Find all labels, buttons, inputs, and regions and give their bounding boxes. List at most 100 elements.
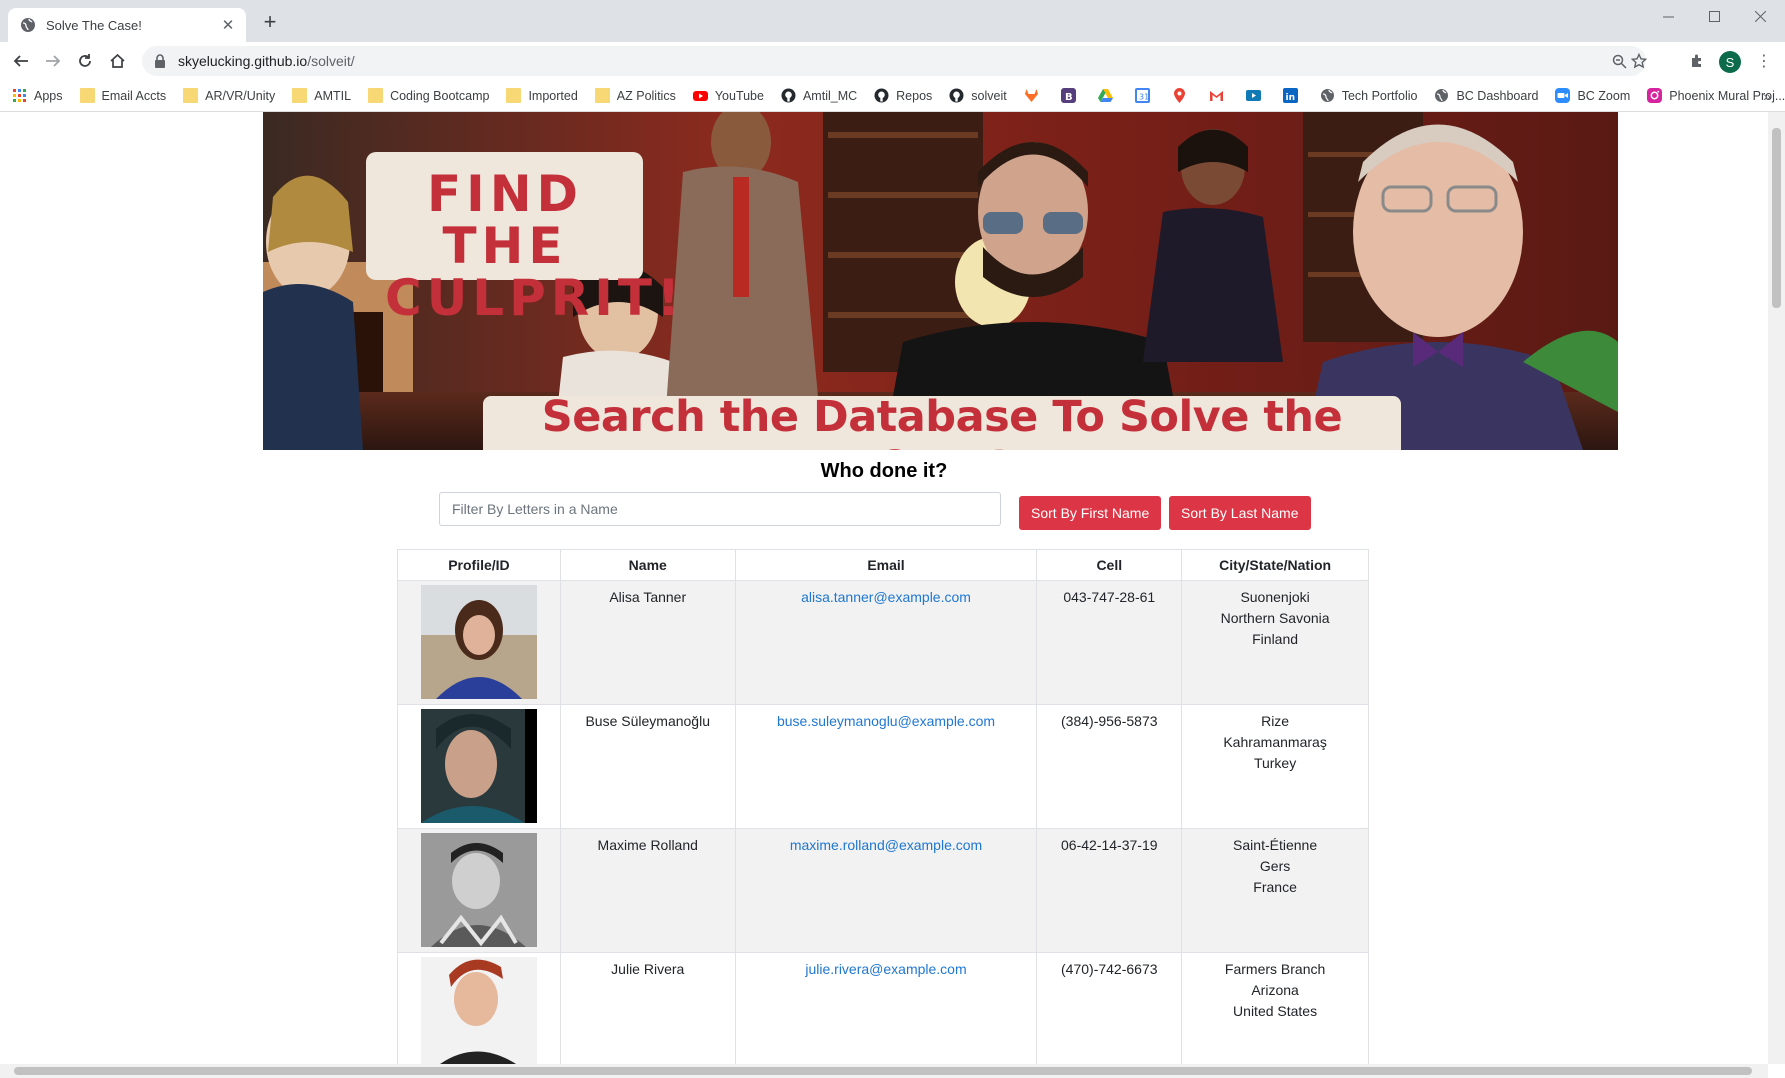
page-heading: Who done it? <box>820 460 948 482</box>
horizontal-scrollbar-thumb[interactable] <box>14 1067 1752 1075</box>
table-row: Julie Rivera julie.rivera@example.com (4… <box>397 952 1369 1064</box>
new-tab-button[interactable]: + <box>258 11 282 35</box>
bookmark-bc-dashboard[interactable]: BC Dashboard <box>1434 88 1538 103</box>
bookmark-star-button[interactable] <box>1628 50 1650 72</box>
profile-cell <box>397 952 561 1064</box>
cell-phone-cell: 043-747-28-61 <box>1036 580 1183 705</box>
profile-avatar[interactable]: S <box>1719 51 1741 73</box>
bookmark-folder-az-politics[interactable]: AZ Politics <box>594 88 676 103</box>
vertical-scrollbar[interactable] <box>1768 112 1785 1064</box>
profile-photo <box>420 585 537 699</box>
bookmark-folder-imported[interactable]: Imported <box>506 88 578 103</box>
email-cell: maxime.rolland@example.com <box>734 828 1038 953</box>
bookmark-apps[interactable]: Apps <box>12 88 63 103</box>
bookmark-solveit[interactable]: solveit <box>949 88 1007 103</box>
linkedin-icon: in <box>1282 88 1298 103</box>
bookmark-tech-portfolio[interactable]: Tech Portfolio <box>1320 88 1417 103</box>
extensions-button[interactable] <box>1684 48 1710 74</box>
bookmark-folder-email-accts[interactable]: Email Accts <box>79 88 167 103</box>
email-link[interactable]: alisa.tanner@example.com <box>801 589 971 605</box>
vertical-scrollbar-thumb[interactable] <box>1772 128 1781 308</box>
tab-close-icon[interactable]: ✕ <box>220 16 236 34</box>
bookmark-google-drive[interactable] <box>1097 88 1120 103</box>
suspects-table: Profile/ID Name Email Cell City/State/Na… <box>397 549 1369 1064</box>
bookmark-folder-ar-vr-unity[interactable]: AR/VR/Unity <box>183 88 275 103</box>
name-filter-input[interactable] <box>439 492 1001 526</box>
github-icon <box>781 88 796 103</box>
minimize-button[interactable] <box>1645 0 1691 32</box>
address-bar[interactable]: skyelucking.github.io/solveit/ <box>142 46 1647 76</box>
bookmarks-overflow-icon[interactable]: » <box>1763 88 1771 104</box>
bookmark-label: Imported <box>528 88 578 103</box>
location-nation: Turkey <box>1253 755 1297 771</box>
bookmark-label: Email Accts <box>101 88 167 103</box>
location-nation: Finland <box>1252 631 1299 647</box>
location-cell: Suonenjoki Northern Savonia Finland <box>1181 580 1369 705</box>
bookmark-google-calendar[interactable]: 31 <box>1134 88 1157 103</box>
folder-icon <box>79 88 95 103</box>
home-icon <box>109 53 125 68</box>
bookmark-google-maps[interactable] <box>1172 88 1194 103</box>
close-icon <box>1754 10 1766 22</box>
bookmark-label: BC Zoom <box>1577 88 1631 103</box>
bookmark-repos[interactable]: Repos <box>874 88 932 103</box>
sort-first-name-button[interactable]: Sort By First Name <box>1019 496 1162 530</box>
email-cell: buse.suleymanoglu@example.com <box>734 704 1038 829</box>
back-button[interactable] <box>8 48 34 74</box>
reload-icon <box>79 54 91 67</box>
svg-text:B: B <box>1065 92 1073 103</box>
close-window-button[interactable] <box>1737 0 1783 32</box>
location-city: Rize <box>1261 713 1290 729</box>
reload-button[interactable] <box>72 48 98 74</box>
forward-button[interactable] <box>40 48 66 74</box>
email-link[interactable]: maxime.rolland@example.com <box>790 837 982 853</box>
location-city: Saint-Étienne <box>1233 837 1318 853</box>
minimize-icon <box>1662 16 1674 17</box>
instagram-icon <box>1647 88 1663 103</box>
video-icon <box>1245 90 1261 101</box>
home-button[interactable] <box>104 48 130 74</box>
cell-phone-cell: (384)-956-5873 <box>1036 704 1183 829</box>
gmail-icon <box>1209 91 1223 101</box>
maximize-button[interactable] <box>1691 0 1737 32</box>
name-cell: Julie Rivera <box>559 952 736 1064</box>
horizontal-scrollbar[interactable] <box>0 1064 1768 1078</box>
profile-cell <box>397 580 561 705</box>
email-link[interactable]: buse.suleymanoglu@example.com <box>777 713 995 729</box>
folder-icon <box>292 88 308 103</box>
github-icon <box>874 88 889 103</box>
apps-grid-icon <box>13 89 26 102</box>
name-cell: Maxime Rolland <box>559 828 736 953</box>
globe-icon <box>21 18 35 32</box>
youtube-icon <box>692 91 708 101</box>
browser-tab[interactable]: Solve The Case! ✕ <box>8 8 246 42</box>
bookmark-folder-coding-bootcamp[interactable]: Coding Bootcamp <box>368 88 489 103</box>
tab-title: Solve The Case! <box>46 17 142 33</box>
bookmark-bc-zoom[interactable]: BC Zoom <box>1555 88 1630 103</box>
bookmark-linkedin[interactable]: in <box>1282 88 1305 103</box>
location-state: Gers <box>1259 858 1291 874</box>
star-icon <box>1631 53 1647 69</box>
bookmark-bootstrap[interactable]: B <box>1060 88 1083 103</box>
bookmark-amtil-mc[interactable]: Amtil_MC <box>781 88 857 103</box>
more-menu-icon[interactable]: ⋮ <box>1756 51 1772 73</box>
map-pin-icon <box>1173 88 1185 103</box>
bookmark-youtube[interactable]: YouTube <box>692 88 764 103</box>
location-state: Northern Savonia <box>1220 610 1330 626</box>
email-link[interactable]: julie.rivera@example.com <box>805 961 966 977</box>
name-cell: Alisa Tanner <box>559 580 736 705</box>
puzzle-icon <box>1692 54 1701 67</box>
bookmark-gitlab[interactable] <box>1024 88 1046 103</box>
cell-phone-cell: 06-42-14-37-19 <box>1036 828 1183 953</box>
svg-text:31: 31 <box>1139 93 1149 102</box>
location-state: Kahramanmaraş <box>1223 734 1327 750</box>
column-header-cell: Cell <box>1036 549 1183 581</box>
bookmark-gmail[interactable] <box>1209 88 1231 103</box>
bookmark-label: AZ Politics <box>616 88 676 103</box>
zoom-icon <box>1555 88 1571 103</box>
bookmark-media[interactable] <box>1245 88 1268 103</box>
sort-last-name-button[interactable]: Sort By Last Name <box>1169 496 1311 530</box>
bookmark-folder-amtil[interactable]: AMTIL <box>292 88 351 103</box>
profile-photo <box>420 957 537 1064</box>
zoom-indicator-button[interactable] <box>1608 50 1630 72</box>
